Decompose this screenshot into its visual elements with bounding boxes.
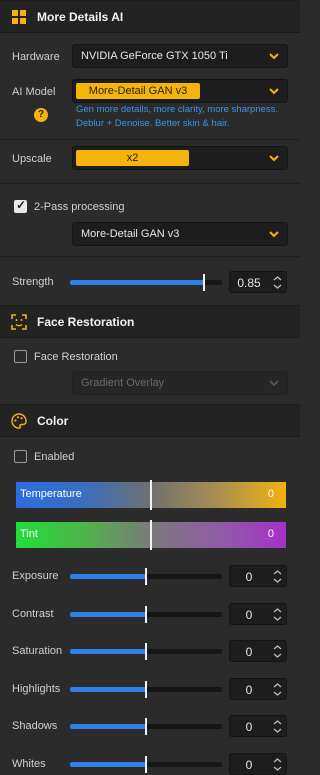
adjust-label: Whites bbox=[12, 758, 46, 770]
adjust-slider[interactable] bbox=[70, 681, 222, 698]
strength-slider-handle[interactable] bbox=[203, 274, 205, 291]
adjust-value: 0 bbox=[245, 645, 253, 659]
adjust-label: Saturation bbox=[12, 645, 63, 657]
adjust-slider-handle[interactable] bbox=[145, 681, 147, 698]
tint-value: 0 bbox=[267, 528, 274, 540]
tint-slider[interactable]: Tint 0 bbox=[16, 520, 286, 550]
strength-label: Strength bbox=[12, 276, 54, 288]
stepper-icon[interactable] bbox=[272, 756, 283, 773]
adjust-slider[interactable] bbox=[70, 606, 222, 623]
adjust-input[interactable]: 0 bbox=[229, 640, 287, 662]
section-title: Color bbox=[37, 414, 69, 428]
two-pass-checkbox[interactable]: ✓ bbox=[14, 198, 27, 213]
adjust-value: 0 bbox=[245, 683, 253, 697]
adjust-slider[interactable] bbox=[70, 756, 222, 773]
adjust-input[interactable]: 0 bbox=[229, 753, 287, 775]
adjust-slider-handle[interactable] bbox=[145, 568, 147, 585]
adjust-slider[interactable] bbox=[70, 718, 222, 735]
stepper-icon[interactable] bbox=[272, 718, 283, 735]
chevron-down-icon bbox=[269, 380, 279, 387]
adjust-slider-fill bbox=[70, 612, 146, 617]
stepper-icon[interactable] bbox=[272, 274, 283, 291]
two-pass-model-value: More-Detail GAN v3 bbox=[81, 228, 180, 240]
ai-model-hint-1: Gen more details, more clarity, more sha… bbox=[76, 104, 279, 115]
adjust-slider-fill bbox=[70, 574, 146, 579]
adjust-value: 0 bbox=[245, 570, 253, 584]
two-pass-model-dropdown[interactable]: More-Detail GAN v3 bbox=[72, 222, 288, 246]
tint-label: Tint bbox=[20, 528, 38, 540]
strength-value: 0.85 bbox=[237, 276, 261, 290]
temperature-label: Temperature bbox=[20, 488, 82, 500]
hardware-dropdown[interactable]: NVIDIA GeForce GTX 1050 Ti bbox=[72, 44, 288, 68]
ai-model-label: AI Model bbox=[12, 86, 56, 98]
strength-input[interactable]: 0.85 bbox=[229, 271, 287, 293]
chevron-down-icon bbox=[269, 88, 279, 95]
stepper-icon[interactable] bbox=[272, 568, 283, 585]
adjust-input[interactable]: 0 bbox=[229, 565, 287, 587]
stepper-icon[interactable] bbox=[272, 681, 283, 698]
section-title: More Details AI bbox=[37, 10, 124, 24]
adjust-label: Contrast bbox=[12, 608, 54, 620]
section-header-face-restoration[interactable]: Face Restoration bbox=[0, 305, 300, 338]
adjust-input[interactable]: 0 bbox=[229, 715, 287, 737]
tint-slider-handle[interactable] bbox=[150, 520, 152, 550]
adjust-slider[interactable] bbox=[70, 568, 222, 585]
upscale-value: x2 bbox=[76, 150, 189, 166]
adjust-slider-handle[interactable] bbox=[145, 606, 147, 623]
adjust-slider-handle[interactable] bbox=[145, 718, 147, 735]
hardware-label: Hardware bbox=[12, 51, 60, 63]
temperature-value: 0 bbox=[267, 488, 274, 500]
strength-slider[interactable] bbox=[70, 274, 222, 291]
temperature-slider[interactable]: Temperature 0 bbox=[16, 480, 286, 510]
stepper-icon[interactable] bbox=[272, 643, 283, 660]
temperature-slider-handle[interactable] bbox=[150, 480, 152, 510]
check-icon: ✓ bbox=[16, 198, 27, 212]
section-title: Face Restoration bbox=[37, 315, 135, 329]
adjust-slider-handle[interactable] bbox=[145, 643, 147, 660]
stepper-icon[interactable] bbox=[272, 606, 283, 623]
adjust-slider-fill bbox=[70, 649, 146, 654]
face-restoration-checkbox[interactable] bbox=[14, 350, 27, 363]
section-header-more-details[interactable]: More Details AI bbox=[0, 0, 300, 33]
hardware-value: NVIDIA GeForce GTX 1050 Ti bbox=[81, 50, 228, 62]
adjust-label: Shadows bbox=[12, 720, 58, 732]
face-restoration-mode-value: Gradient Overlay bbox=[81, 377, 165, 389]
ai-model-value: More-Detail GAN v3 bbox=[76, 83, 200, 99]
chevron-down-icon bbox=[269, 155, 279, 162]
ai-model-hint-2: Deblur + Denoise. Better skin & hair. bbox=[76, 118, 230, 129]
face-restoration-label: Face Restoration bbox=[34, 351, 118, 363]
grid-icon bbox=[12, 10, 26, 24]
two-pass-label: 2-Pass processing bbox=[34, 201, 125, 213]
face-scan-icon bbox=[11, 314, 27, 330]
adjust-input[interactable]: 0 bbox=[229, 678, 287, 700]
color-enabled-label: Enabled bbox=[34, 451, 75, 463]
ai-model-dropdown[interactable]: More-Detail GAN v3 bbox=[72, 79, 288, 103]
face-restoration-mode-dropdown[interactable]: Gradient Overlay bbox=[72, 371, 288, 395]
upscale-dropdown[interactable]: x2 bbox=[72, 146, 288, 170]
chevron-down-icon bbox=[269, 231, 279, 238]
adjust-value: 0 bbox=[245, 608, 253, 622]
adjust-slider-fill bbox=[70, 687, 146, 692]
adjust-value: 0 bbox=[245, 720, 253, 734]
adjust-slider-handle[interactable] bbox=[145, 756, 147, 773]
adjust-slider-fill bbox=[70, 762, 146, 767]
section-header-color[interactable]: Color bbox=[0, 404, 300, 437]
upscale-label: Upscale bbox=[12, 153, 52, 165]
adjust-slider-fill bbox=[70, 724, 146, 729]
adjust-slider[interactable] bbox=[70, 643, 222, 660]
strength-slider-fill bbox=[70, 280, 204, 285]
adjust-input[interactable]: 0 bbox=[229, 603, 287, 625]
adjust-label: Highlights bbox=[12, 683, 61, 695]
color-enabled-checkbox[interactable] bbox=[14, 450, 27, 463]
adjust-label: Exposure bbox=[12, 570, 59, 582]
chevron-down-icon bbox=[269, 53, 279, 60]
help-icon[interactable]: ? bbox=[34, 108, 48, 122]
adjust-value: 0 bbox=[245, 758, 253, 772]
palette-icon bbox=[11, 413, 27, 429]
